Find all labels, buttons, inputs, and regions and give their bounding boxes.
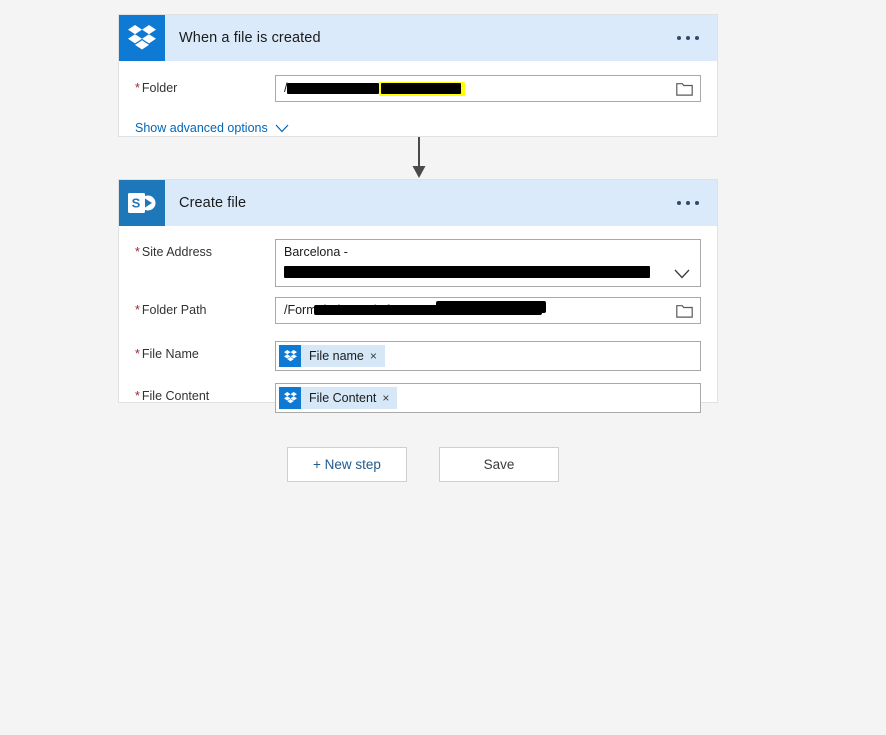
folder-path-value: /Formularios 6S/Inf: [276, 298, 700, 323]
svg-text:S: S: [132, 196, 141, 211]
site-address-row: * Site Address Barcelona -: [119, 239, 717, 287]
required-asterisk: *: [135, 81, 140, 95]
highlighted-redacted-text: [379, 81, 466, 96]
arrow-down-icon: [410, 137, 428, 179]
trigger-overflow-menu-button[interactable]: [673, 30, 703, 46]
folder-path-label: * Folder Path: [135, 303, 207, 317]
trigger-card-title: When a file is created: [179, 30, 321, 46]
flow-designer-canvas: When a file is created * Folder / Show a…: [0, 0, 886, 735]
dropbox-icon: [279, 387, 301, 409]
folder-label: * Folder: [135, 81, 178, 95]
required-asterisk: *: [135, 347, 140, 361]
dropbox-icon: [119, 15, 165, 61]
file-content-label: * File Content: [135, 389, 210, 403]
dynamic-content-token[interactable]: File Content ×: [279, 387, 398, 409]
folder-picker-icon[interactable]: [676, 303, 693, 318]
chevron-down-icon[interactable]: [674, 267, 690, 279]
action-card[interactable]: S Create file *Site Address Barcelona -: [118, 179, 718, 413]
file-name-input[interactable]: File name ×: [275, 341, 701, 371]
folder-input[interactable]: /: [275, 75, 701, 102]
folder-path-input[interactable]: /Formularios 6S/Inf: [275, 297, 701, 324]
required-asterisk: *: [135, 303, 140, 317]
redacted-text: [287, 83, 380, 95]
redacted-text: [284, 265, 650, 278]
chevron-down-icon: [275, 124, 289, 132]
ellipsis-dot: [686, 36, 690, 40]
token-label: File Content: [309, 391, 377, 405]
redacted-text: [381, 82, 462, 94]
action-card-body: * Site Address Barcelona - * Folder Path…: [119, 239, 717, 417]
file-name-label: * File Name: [135, 347, 199, 361]
ellipsis-dot: [686, 201, 690, 205]
footer-actions: + New step Save: [287, 447, 559, 482]
new-step-button[interactable]: + New step: [287, 447, 407, 482]
trigger-card-header[interactable]: When a file is created: [119, 15, 717, 61]
site-address-value-line1: Barcelona -: [284, 245, 348, 259]
show-advanced-options-label: Show advanced options: [135, 121, 268, 135]
required-asterisk: *: [135, 389, 140, 403]
sharepoint-icon: S: [119, 180, 165, 226]
remove-token-icon[interactable]: ×: [368, 350, 385, 362]
required-asterisk: *: [135, 245, 140, 259]
trigger-card-body: * Folder / Show advanced options: [119, 75, 717, 141]
site-address-label: * Site Address: [135, 245, 213, 259]
site-address-input[interactable]: Barcelona -: [275, 239, 701, 287]
ellipsis-dot: [695, 36, 699, 40]
folder-value: /: [276, 76, 700, 101]
dropbox-icon: [279, 345, 301, 367]
save-button[interactable]: Save: [439, 447, 559, 482]
redacted-text: [436, 301, 546, 313]
ellipsis-dot: [677, 201, 681, 205]
folder-path-row: *Folder Path /Formularios 6S/Inf: [119, 297, 717, 331]
folder-picker-icon[interactable]: [676, 81, 693, 96]
file-content-input[interactable]: File Content ×: [275, 383, 701, 413]
site-address-value-line2: [276, 261, 700, 284]
file-content-row: * File Content File Content ×: [119, 383, 717, 417]
remove-token-icon[interactable]: ×: [380, 392, 397, 404]
folder-row: * Folder /: [119, 75, 717, 109]
file-name-row: * File Name File name ×: [119, 341, 717, 375]
token-label: File name: [309, 349, 364, 363]
dynamic-content-token[interactable]: File name ×: [279, 345, 385, 367]
show-advanced-options-link[interactable]: Show advanced options: [135, 121, 289, 135]
ellipsis-dot: [677, 36, 681, 40]
ellipsis-dot: [695, 201, 699, 205]
action-card-header[interactable]: S Create file: [119, 180, 717, 226]
action-card-title: Create file: [179, 195, 247, 211]
action-overflow-menu-button[interactable]: [673, 195, 703, 211]
trigger-card[interactable]: When a file is created * Folder / Show a…: [118, 14, 718, 137]
